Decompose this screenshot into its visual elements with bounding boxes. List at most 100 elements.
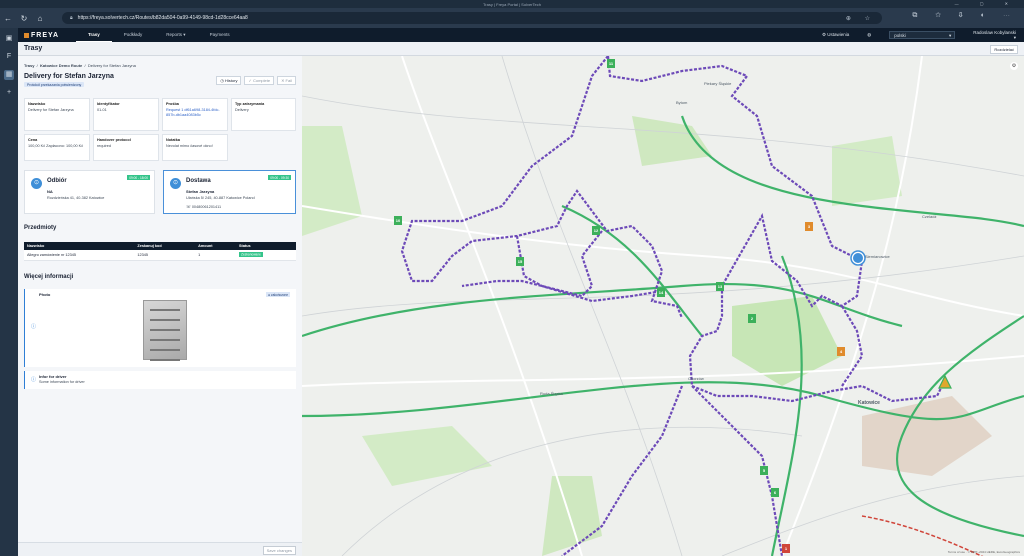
browser-toolbar: ← ↻ ⌂ 🔒︎ https://freya.solvertech.cz/Rou…: [0, 8, 1024, 28]
refresh-icon[interactable]: ↻: [16, 14, 32, 23]
items-table: Nazwisko Zeskanuj kod Amount Status Alle…: [24, 242, 296, 261]
photo-info: ⓘ Photo ● zakończone: [24, 289, 296, 367]
window-controls[interactable]: — ▢ ✕: [955, 1, 1018, 6]
route-stop-marker[interactable]: 10: [394, 216, 402, 225]
route-stop-marker[interactable]: 13: [716, 282, 724, 291]
selected-stop-marker[interactable]: [850, 250, 866, 266]
map-settings-icon[interactable]: ⚙: [1010, 62, 1018, 70]
page-title: Trasy: [24, 45, 43, 52]
user-menu[interactable]: Radoslaw Kobylanski ▾: [973, 30, 1016, 40]
field-card: Cena 100,00 Kč Zapłacono: 100,00 Kč: [24, 134, 90, 161]
svg-text:15: 15: [518, 259, 523, 264]
route-stop-marker[interactable]: 11: [607, 59, 615, 68]
complete-button[interactable]: ✓ Complete: [244, 76, 275, 85]
protocol-tag: Protokół przekazania potwierdzony: [24, 82, 85, 87]
map-label: Katowice: [858, 400, 880, 406]
photo-tag: ● zakończone: [266, 292, 290, 297]
breadcrumb-route[interactable]: Katowice Demo Route: [40, 63, 82, 68]
map-attribution: Terms of use · © 1987–2024 HERE, EuroGeo…: [947, 550, 1020, 554]
driver-info: ⓘ Infor for driver Some information for …: [24, 371, 296, 389]
breadcrumb-trasy[interactable]: Trasy: [24, 63, 34, 68]
menu-reports[interactable]: Reports ▾: [154, 28, 197, 42]
route-stop-marker[interactable]: 5: [760, 466, 768, 475]
route-stop-marker[interactable]: 3: [805, 222, 813, 231]
menu-payments[interactable]: Payments: [198, 28, 242, 42]
map-label: Ruda Śląska: [540, 391, 563, 396]
fail-button[interactable]: ✕ Fail: [277, 76, 296, 85]
save-changes-button[interactable]: Save changes: [262, 546, 296, 555]
field-card: Typ zatrzymania Delivery: [231, 98, 296, 131]
field-card: Identyfikator 01-01: [93, 98, 159, 131]
app-navbar: FREYA Trasy Podkłady Reports ▾ Payments …: [18, 28, 1024, 42]
map-label: Czeladź: [922, 214, 937, 219]
menu-trasy[interactable]: Trasy: [76, 28, 112, 42]
back-icon[interactable]: ←: [0, 14, 16, 23]
column-header: Amount: [195, 242, 237, 250]
tabs-icon[interactable]: ▣: [4, 34, 14, 44]
page-header: Trasy Rozdzielać: [18, 42, 1024, 56]
stop-title: Delivery for Stefan Jarzyna: [24, 73, 114, 80]
window-titlebar: Trasy | Freya Portal | SolverTech — ▢ ✕: [0, 0, 1024, 8]
svg-text:13: 13: [718, 284, 723, 289]
stop-detail-panel: Trasy / Katowice Demo Route / Delivery f…: [18, 56, 302, 556]
route-stop-marker[interactable]: 14: [657, 288, 665, 297]
column-header: Zeskanuj kod: [134, 242, 196, 250]
request-link[interactable]: Request 1 df61a698-3184-4fdc-857b-db1aa4…: [166, 108, 224, 118]
globe-icon: ◍: [867, 32, 872, 37]
url-text: https://freya.solvertech.cz/Routes/b82da…: [77, 15, 248, 21]
freya-logo[interactable]: FREYA: [24, 32, 76, 39]
field-card: Prośba Request 1 df61a698-3184-4fdc-857b-…: [162, 98, 228, 131]
route-stop-marker[interactable]: 12: [592, 226, 600, 235]
add-tab-icon[interactable]: +: [4, 88, 14, 98]
active-tab-icon[interactable]: ▦: [4, 70, 14, 80]
map-label: Bytom: [676, 100, 688, 105]
window-title: Trasy | Freya Portal | SolverTech: [483, 1, 541, 7]
route-stop-marker[interactable]: 2: [748, 314, 756, 323]
pickup-card[interactable]: ⊙ Odbiór 09:00 - 18:00 NA Rozdzieńska 41…: [24, 170, 155, 214]
delivery-photo[interactable]: [143, 300, 187, 361]
lock-icon: 🔒︎: [70, 15, 73, 21]
field-card: Handover protocol required: [93, 134, 159, 161]
save-bar: Save changes: [18, 542, 302, 556]
delivery-icon: ⊙: [170, 178, 181, 189]
browser-extension-icons[interactable]: ⧉ ☆ ⇩ ◐ ⋯: [912, 12, 1018, 20]
delivery-card[interactable]: ⊙ Dostawa 09:00 - 09:30 Stefan Jarzyna U…: [163, 170, 296, 214]
info-icon: ⓘ: [31, 377, 37, 383]
home-icon[interactable]: ⌂: [32, 14, 48, 23]
route-map[interactable]: 10 12 15 14 13 2 11 3 4 5 6 1 ⚙ Bytom Pi…: [302, 56, 1024, 556]
column-header: Nazwisko: [24, 242, 135, 250]
map-label: Piekary Śląskie: [704, 81, 732, 86]
items-title: Przedmioty: [24, 225, 57, 231]
breadcrumb: Trasy / Katowice Demo Route / Delivery f…: [24, 63, 136, 68]
route-stop-marker[interactable]: 4: [837, 347, 845, 356]
status-badge: Zeskanowane: [239, 252, 263, 258]
split-button[interactable]: Rozdzielać: [990, 45, 1018, 54]
address-bar-icons[interactable]: ⊕ ☆: [846, 15, 876, 22]
pickup-icon: ⊙: [31, 178, 42, 189]
field-card: Notatka Nevolat mimo časové okno!: [162, 134, 228, 161]
map-canvas[interactable]: 10 12 15 14 13 2 11 3 4 5 6 1: [302, 56, 1024, 556]
breadcrumb-current: Delivery for Stefan Jarzyna: [87, 63, 136, 68]
map-label: Chorzów: [688, 376, 704, 381]
more-info-title: Więcej informacji: [24, 274, 74, 280]
time-window-badge: 09:00 - 18:00: [127, 175, 150, 180]
browser-sidebar: ▣ F ▦ +: [0, 28, 18, 556]
language-select[interactable]: polski: [889, 31, 956, 39]
history-button[interactable]: ◷ History: [216, 76, 242, 85]
address-bar[interactable]: 🔒︎ https://freya.solvertech.cz/Routes/b8…: [62, 12, 882, 24]
table-row[interactable]: Allegro zamówienie nr 12345 12345 1 Zesk…: [24, 250, 296, 261]
svg-text:10: 10: [396, 218, 401, 223]
route-stop-marker[interactable]: 15: [516, 257, 524, 266]
route-stop-marker[interactable]: 1: [782, 544, 790, 553]
phone-line[interactable]: ☏ 00480061201411: [186, 204, 221, 209]
menu-podklady[interactable]: Podkłady: [112, 28, 155, 42]
freya-tab-icon[interactable]: F: [4, 52, 14, 62]
map-label: Siemianowice: [865, 254, 890, 259]
settings-link[interactable]: ⚙ Ustawienia: [822, 32, 849, 38]
column-header: Status: [236, 242, 296, 250]
route-stop-marker[interactable]: 6: [771, 488, 779, 497]
time-window-badge: 09:00 - 09:30: [268, 175, 291, 180]
svg-text:12: 12: [594, 228, 599, 233]
field-card: Nazwisko Delivery for Stefan Jarzyna: [24, 98, 90, 131]
info-icon: ⓘ: [31, 324, 37, 330]
